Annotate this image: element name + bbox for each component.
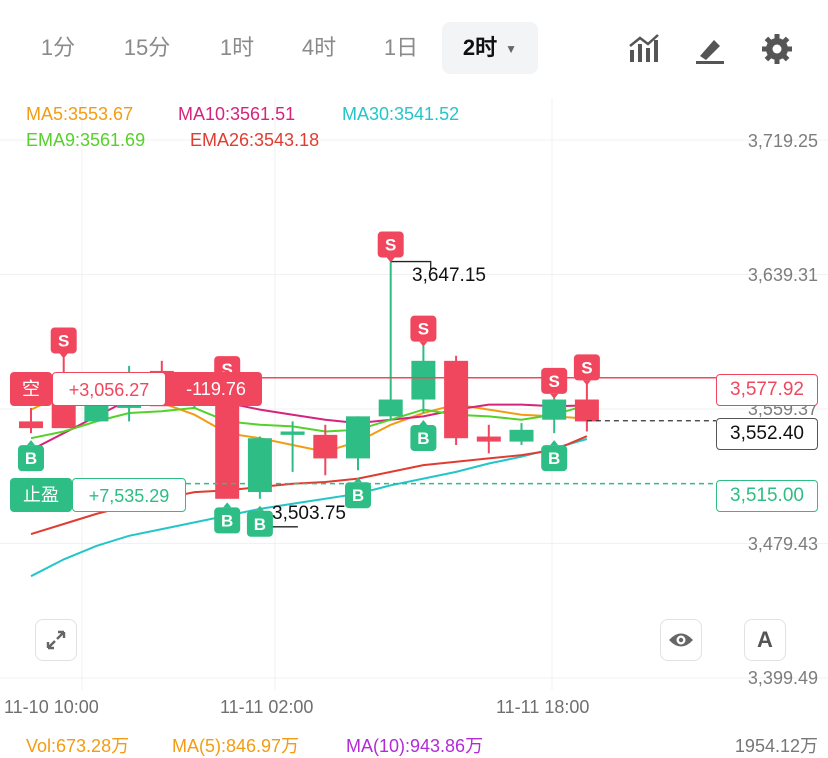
- candle: [346, 416, 370, 471]
- candle-body: [378, 399, 403, 417]
- candle: [378, 261, 403, 420]
- buy-signal: B: [410, 419, 437, 451]
- candle-body: [19, 421, 43, 429]
- buy-signal: B: [214, 502, 241, 534]
- candle-body: [509, 429, 534, 442]
- time-tick: 11-10 10:00: [4, 697, 99, 717]
- position-pnl-change[interactable]: -119.76: [170, 372, 262, 406]
- current-price-label: 3,552.40: [716, 418, 818, 450]
- signal-pointer: [550, 393, 559, 399]
- signal-pointer: [27, 440, 35, 446]
- candle-body: [411, 360, 436, 400]
- ma30-label: MA30:3541.52: [342, 104, 460, 124]
- candle: [476, 424, 501, 454]
- position-pnl[interactable]: +3,056.27: [52, 372, 166, 406]
- signal-pointer: [59, 353, 68, 359]
- signal-letter: B: [417, 429, 429, 448]
- ema26-label: EMA26:3543.18: [190, 130, 320, 150]
- sell-signal: S: [377, 231, 404, 263]
- candle-body: [574, 399, 599, 422]
- volume-ma5-label: MA(5):846.97万: [172, 736, 300, 756]
- price-tick: 3,399.49: [747, 668, 818, 688]
- sell-signal: S: [573, 354, 600, 386]
- candle: [509, 423, 534, 445]
- candle: [313, 424, 338, 476]
- ema9-label: EMA9:3561.69: [26, 130, 146, 150]
- signal-letter: S: [581, 358, 592, 377]
- candle-body: [444, 360, 469, 439]
- signal-pointer: [223, 502, 232, 508]
- signal-letter: B: [548, 449, 560, 468]
- signal-pointer: [582, 380, 591, 386]
- candle-body: [476, 436, 501, 442]
- high-price-marker: 3,647.15: [412, 265, 486, 286]
- series-line-ema9: [30, 404, 588, 440]
- position-side-badge[interactable]: 空: [10, 372, 52, 406]
- signal-letter: B: [221, 511, 233, 530]
- take-profit-badge[interactable]: 止盈: [10, 478, 72, 512]
- signal-letter: S: [385, 236, 396, 255]
- fullscreen-expand-icon[interactable]: [35, 619, 77, 661]
- price-tick: 3,719.25: [747, 131, 818, 151]
- buy-signal: B: [345, 477, 371, 509]
- signal-pointer: [419, 419, 428, 425]
- candle-body: [542, 399, 567, 420]
- sell-signal: S: [50, 327, 77, 359]
- candle: [542, 397, 567, 434]
- price-tick: 3,479.43: [747, 534, 818, 554]
- low-price-marker: 3,503.75: [272, 503, 346, 524]
- take-profit-pnl[interactable]: +7,535.29: [72, 478, 186, 512]
- volume-ma10-label: MA(10):943.86万: [346, 736, 484, 756]
- candle: [19, 407, 43, 434]
- sell-signal: S: [541, 367, 568, 399]
- ma10-label: MA10:3561.51: [178, 104, 296, 124]
- signal-letter: S: [418, 320, 429, 339]
- candle: [574, 384, 599, 432]
- candle: [247, 436, 272, 499]
- text-tool-button[interactable]: A: [744, 619, 786, 661]
- candle-body: [313, 434, 338, 459]
- take-profit-price-label: 3,515.00: [716, 480, 818, 512]
- signal-letter: S: [549, 372, 560, 391]
- volume-label: Vol:673.28万: [26, 736, 130, 756]
- price-tick: 3,639.31: [747, 265, 818, 285]
- entry-price-label: 3,577.92: [716, 374, 818, 406]
- candle-body: [346, 416, 370, 459]
- candle: [411, 345, 436, 413]
- signal-letter: S: [58, 331, 69, 350]
- signal-letter: B: [254, 515, 266, 534]
- visibility-eye-icon[interactable]: [660, 619, 702, 661]
- sell-signal: S: [410, 315, 437, 347]
- signal-pointer: [419, 341, 428, 347]
- candle: [444, 355, 469, 445]
- time-tick: 11-11 02:00: [220, 697, 314, 717]
- volume-axis-label: 1954.12万: [734, 736, 818, 756]
- candle-body: [280, 431, 305, 435]
- time-tick: 11-11 18:00: [496, 697, 590, 717]
- ma5-label: MA5:3553.67: [26, 104, 134, 124]
- signal-letter: B: [25, 449, 37, 468]
- signal-pointer: [550, 440, 559, 446]
- signal-letter: B: [352, 486, 364, 505]
